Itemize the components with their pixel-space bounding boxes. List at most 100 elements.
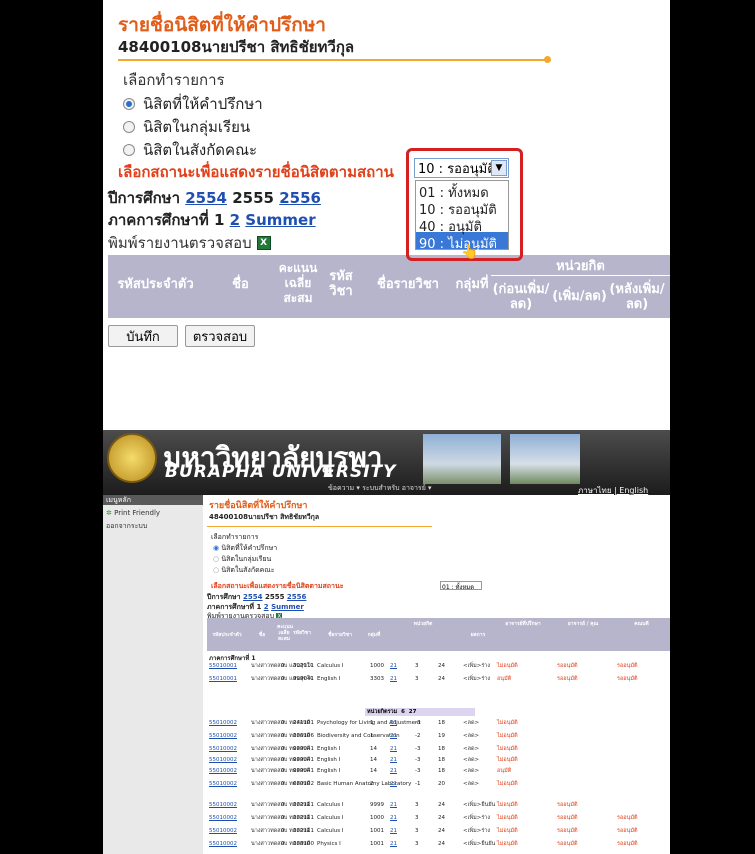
cell-c3: 18	[438, 746, 445, 752]
cell-id[interactable]: 55010002	[209, 746, 237, 752]
cell-id[interactable]: 55010002	[209, 757, 237, 763]
radio-option-advisees[interactable]: นิสิตที่ให้คำปรึกษา	[123, 92, 263, 116]
radio-option-faculty[interactable]: นิสิตในสังกัดคณะ	[123, 138, 257, 162]
th-group: กลุ่มที่	[455, 277, 489, 292]
excel-icon[interactable]: X	[256, 236, 271, 250]
cell-c2: 3	[415, 815, 419, 821]
cell-c1[interactable]: 21	[390, 841, 397, 847]
cell-gpa: 0	[281, 720, 285, 726]
cell-id[interactable]: 55010002	[209, 768, 237, 774]
cell-c1[interactable]: 21	[390, 768, 397, 774]
sidebar: เมนูหลัก ✲ Print Friendly ออกจากระบบ	[103, 495, 203, 854]
th-credits-before: (ก่อนเพิ่ม/ลด)	[492, 282, 550, 312]
cell-c2: -3	[415, 746, 421, 752]
radio-icon[interactable]	[123, 144, 135, 156]
cell-a1: ไม่อนุมัติ	[497, 802, 518, 808]
year-link-2556[interactable]: 2556	[279, 189, 321, 207]
screen-recording-frame: รายชื่อนิสิตที่ให้คำปรึกษา 48400108นายปร…	[103, 0, 670, 854]
cell-gpa: 0	[281, 676, 285, 682]
header-divider	[491, 275, 670, 276]
cell-c3: 24	[438, 828, 445, 834]
radio-option-faculty[interactable]: ○ นิสิตในสังกัดคณะ	[213, 565, 275, 576]
cell-c1[interactable]: 21	[390, 781, 397, 787]
year-current-2555: 2555	[232, 189, 274, 207]
cell-rs: <ลด>	[463, 768, 480, 774]
status-select[interactable]: 10 : รออนุมัติ ▼	[414, 158, 509, 178]
cell-c2: 3	[415, 676, 419, 682]
cell-rs: <เพิ่ม>ร่าง	[463, 663, 491, 669]
cell-a1: ไม่อนุมัติ	[497, 757, 518, 763]
cell-id[interactable]: 55010002	[209, 781, 237, 787]
cell-c1[interactable]: 21	[390, 815, 397, 821]
cell-gpa: 0	[281, 746, 285, 752]
th-advisor: อาจารย์ที่ปรึกษา	[505, 621, 541, 627]
radio-option-study-group[interactable]: นิสิตในกลุ่มเรียน	[123, 115, 250, 139]
status-select[interactable]: 01 : ทั้งหมด	[440, 581, 482, 591]
radio-selected-icon[interactable]	[123, 98, 135, 110]
university-name-en: BURAPHA UNIVERSITY	[165, 462, 397, 482]
cell-code: 308100	[293, 841, 314, 847]
cell-c2: -1	[415, 781, 421, 787]
cell-gpa: 0	[281, 802, 285, 808]
radio-icon[interactable]	[123, 121, 135, 133]
cell-id[interactable]: 55010002	[209, 720, 237, 726]
credit-subtotal: หน่วยกิตรวม 6 27	[365, 708, 475, 716]
term-row: ภาคการศึกษาที่ 1 2 Summer	[108, 208, 316, 232]
cell-code: 999041	[293, 746, 314, 752]
year-link-2554[interactable]: 2554	[185, 189, 227, 207]
cell-rs: <เพิ่ม>ยืนยัน	[463, 841, 496, 847]
check-button[interactable]: ตรวจสอบ	[185, 325, 255, 347]
save-button[interactable]: บันทึก	[108, 325, 178, 347]
cell-c1[interactable]: 21	[390, 733, 397, 739]
cell-c1[interactable]: 21	[390, 676, 397, 682]
choose-label: เลือกทำรายการ	[123, 71, 225, 89]
term-link-summer[interactable]: Summer	[245, 211, 315, 229]
chevron-down-icon[interactable]: ▼	[491, 160, 507, 176]
year-label: ปีการศึกษา	[108, 189, 180, 207]
cell-a1: ไม่อนุมัติ	[497, 815, 518, 821]
cell-a3: รออนุมัติ	[617, 841, 638, 847]
radio-option-study-group[interactable]: ○ นิสิตในกลุ่มเรียน	[213, 554, 271, 565]
cell-code: 302111	[293, 802, 314, 808]
cell-c3: 20	[438, 781, 445, 787]
th-name: ชื่อ	[258, 632, 266, 638]
cell-a2: รออนุมัติ	[557, 841, 578, 847]
cell-c1[interactable]: 21	[390, 746, 397, 752]
cell-id[interactable]: 55010001	[209, 676, 237, 682]
university-banner: มหาวิทยาลัยบูรพา BURAPHA UNIVERSITY ข้อค…	[103, 430, 670, 495]
sidebar-item-logout[interactable]: ออกจากระบบ	[106, 521, 147, 532]
cell-c2: -3	[415, 757, 421, 763]
cell-c1[interactable]: 21	[390, 802, 397, 808]
cell-c3: 18	[438, 757, 445, 763]
academic-year-row: ปีการศึกษา 2554 2555 2556	[108, 186, 321, 210]
term-link-2[interactable]: 2	[230, 211, 240, 229]
top-menu[interactable]: ข้อความ ▾ ระบบสำหรับ อาจารย์ ▾	[328, 483, 432, 494]
divider-dot	[544, 56, 551, 63]
cell-sec: 3303	[370, 676, 384, 682]
cell-a1: อนุมัติ	[497, 768, 512, 774]
dropdown-option[interactable]: 10 : รออนุมัติ	[416, 198, 508, 218]
cell-gpa: 0	[281, 757, 285, 763]
radio-option-advisees[interactable]: ◉ นิสิตที่ให้คำปรึกษา	[213, 543, 277, 554]
term-group-row: ภาคการศึกษาที่ 1	[209, 655, 256, 662]
cell-c1[interactable]: 21	[390, 828, 397, 834]
cell-id[interactable]: 55010002	[209, 802, 237, 808]
cell-c1[interactable]: 21	[390, 720, 397, 726]
th-gpa: คะแนนเฉลี่ยสะสม	[277, 624, 294, 642]
status-filter-label: เลือกสถานะเพื่อแสดงรายชื่อนิสิตตามสถานะ	[211, 582, 344, 590]
cell-c2: 3	[415, 663, 419, 669]
page-title: รายชื่อนิสิตที่ให้คำปรึกษา	[209, 501, 308, 511]
sidebar-item-print-friendly[interactable]: ✲ Print Friendly	[106, 509, 160, 517]
cell-id[interactable]: 55010002	[209, 733, 237, 739]
cell-gpa: 0	[281, 781, 285, 787]
cell-c1[interactable]: 21	[390, 757, 397, 763]
cell-id[interactable]: 55010002	[209, 841, 237, 847]
cell-c3: 18	[438, 768, 445, 774]
th-name: ชื่อ	[232, 277, 249, 292]
cell-id[interactable]: 55010002	[209, 828, 237, 834]
cell-id[interactable]: 55010001	[209, 663, 237, 669]
dropdown-option[interactable]: 01 : ทั้งหมด	[416, 181, 508, 201]
cell-c1[interactable]: 21	[390, 663, 397, 669]
cell-course: Basic Human Anatomy Laboratory	[317, 781, 412, 787]
cell-id[interactable]: 55010002	[209, 815, 237, 821]
